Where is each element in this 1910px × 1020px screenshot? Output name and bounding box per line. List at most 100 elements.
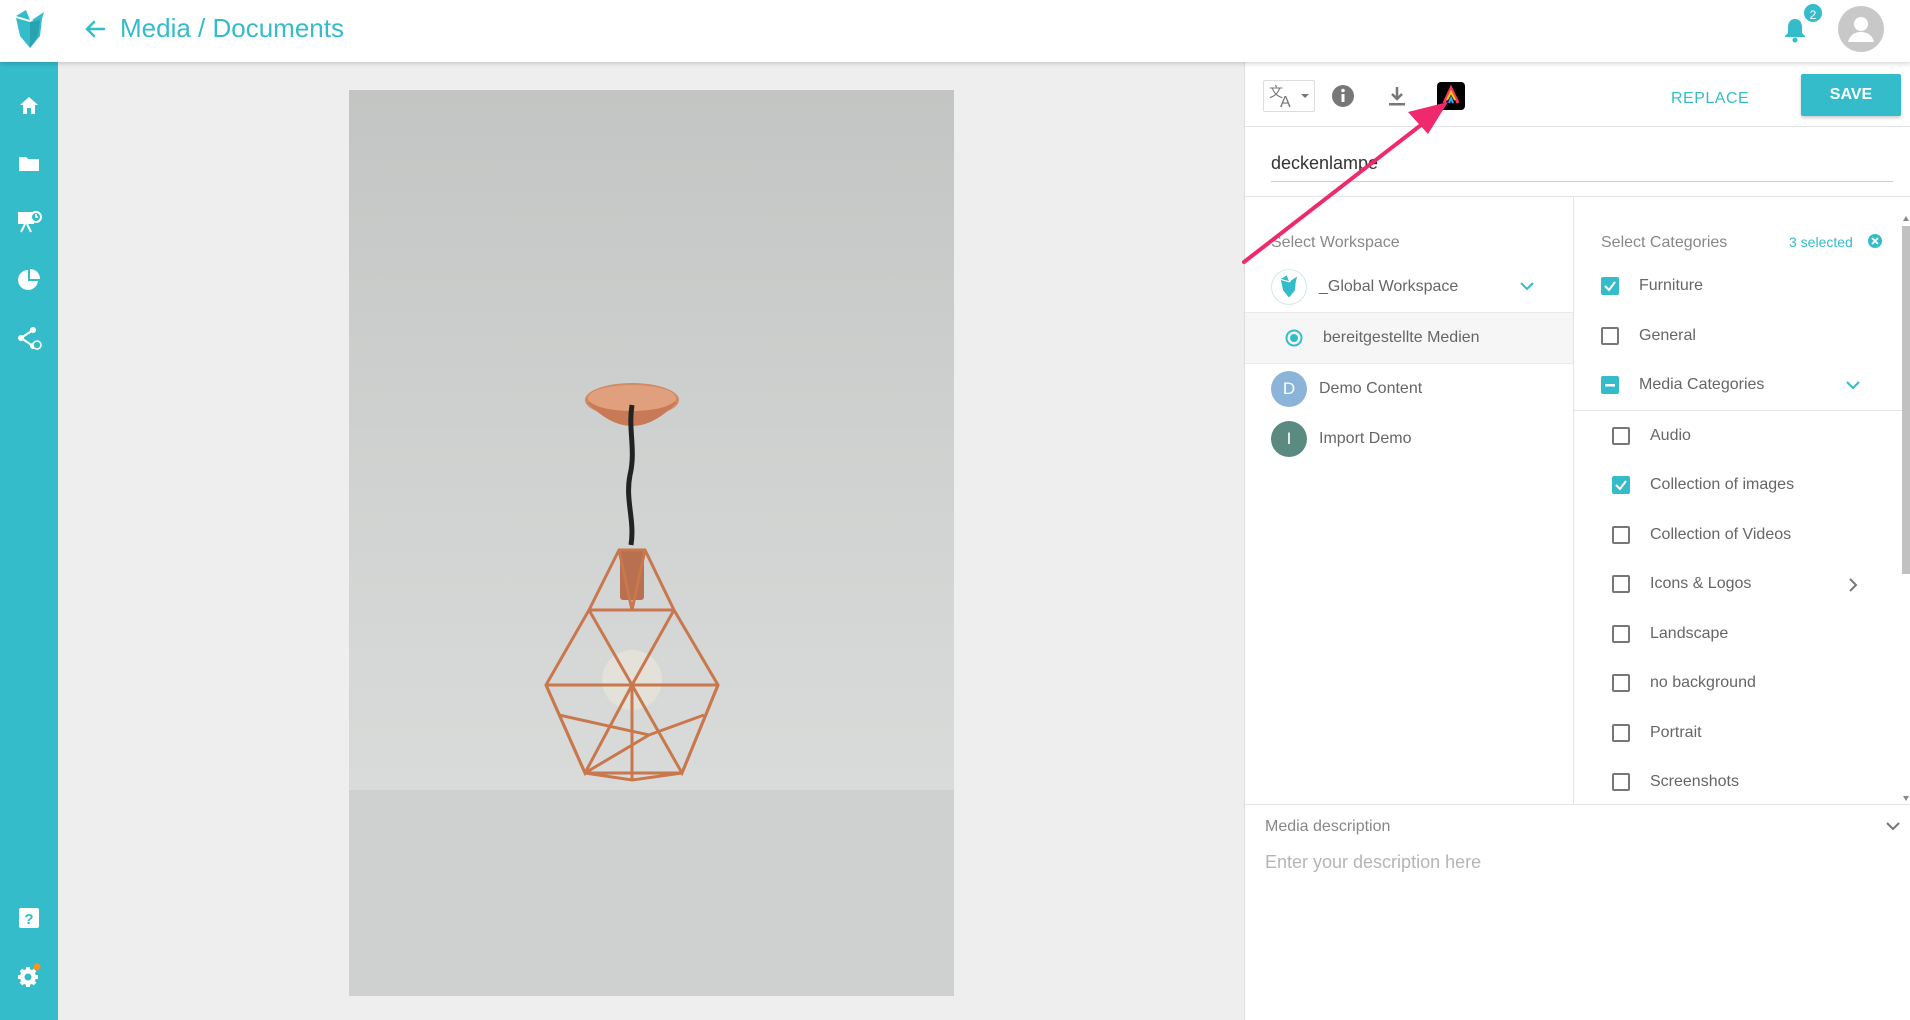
workspace-name: Import Demo [1319, 430, 1412, 447]
scroll-up-icon[interactable] [1903, 216, 1909, 221]
media-description-input[interactable] [1265, 848, 1865, 876]
download-button[interactable] [1381, 80, 1413, 112]
sidebar-item-presentations[interactable] [0, 202, 58, 242]
chevron-down-icon[interactable] [1519, 280, 1535, 292]
translate-dropdown[interactable]: 文 A [1263, 80, 1315, 112]
category-item-furniture[interactable]: Furniture [1601, 266, 1703, 306]
category-item-general[interactable]: General [1601, 316, 1696, 356]
workspace-item-global[interactable]: _Global Workspace [1245, 262, 1573, 312]
workspace-initial-avatar: D [1271, 371, 1307, 407]
category-item-portrait[interactable]: Portrait [1612, 713, 1702, 753]
sidebar-item-help[interactable]: ? [0, 898, 58, 938]
chevron-down-icon[interactable] [1845, 379, 1861, 391]
category-item-collection-of-videos[interactable]: Collection of Videos [1612, 515, 1791, 555]
workspace-item-demo-content[interactable]: D Demo Content [1245, 364, 1573, 414]
categories-scrollbar[interactable] [1901, 216, 1910, 802]
category-label: General [1639, 327, 1696, 344]
category-label: Screenshots [1650, 773, 1739, 790]
sidebar-item-home[interactable] [0, 86, 58, 126]
chevron-down-icon[interactable] [1885, 820, 1901, 832]
category-label: Icons & Logos [1650, 575, 1752, 592]
category-label: Collection of images [1650, 476, 1795, 493]
workspace-sub-item[interactable]: bereitgestellte Medien [1245, 312, 1573, 364]
checkbox-checked[interactable] [1601, 277, 1619, 295]
column-divider [1573, 196, 1574, 804]
sidebar-item-analytics[interactable] [0, 260, 58, 300]
category-item-no-background[interactable]: no background [1612, 663, 1756, 703]
checkbox-unchecked[interactable] [1612, 724, 1630, 742]
radio-selected-icon[interactable] [1285, 329, 1303, 347]
sidebar-item-media[interactable] [0, 144, 58, 184]
category-item-audio[interactable]: Audio [1612, 416, 1691, 456]
help-icon: ? [19, 908, 39, 928]
translate-icon: 文 A [1269, 84, 1309, 109]
workspace-initial-avatar: I [1271, 421, 1307, 457]
workspace-sub-item-label: bereitgestellte Medien [1323, 329, 1480, 346]
top-bar: Media / Documents 2 [0, 0, 1910, 62]
category-group-divider [1574, 410, 1904, 411]
checkbox-indeterminate[interactable] [1601, 376, 1619, 394]
info-button[interactable] [1327, 80, 1359, 112]
category-label: Media Categories [1639, 376, 1765, 393]
selected-count: 3 selected [1789, 234, 1853, 250]
notification-count-badge: 2 [1802, 2, 1824, 24]
folder-icon [19, 157, 39, 171]
clear-selection-icon[interactable] [1867, 233, 1883, 249]
category-label: no background [1650, 674, 1756, 691]
global-workspace-logo-icon [1271, 269, 1307, 305]
media-image-preview [349, 90, 954, 996]
adobe-express-button[interactable] [1435, 80, 1467, 112]
select-workspace-label: Select Workspace [1271, 234, 1400, 251]
adobe-express-icon [1437, 82, 1465, 110]
sidebar-item-share[interactable] [0, 318, 58, 358]
checkbox-unchecked[interactable] [1601, 327, 1619, 345]
back-arrow-icon[interactable] [80, 14, 110, 44]
svg-text:A: A [1280, 94, 1291, 109]
checkbox-unchecked[interactable] [1612, 625, 1630, 643]
category-label: Audio [1650, 427, 1691, 444]
toolbar-divider [1245, 126, 1910, 127]
home-icon [20, 97, 38, 114]
checkbox-unchecked[interactable] [1612, 773, 1630, 791]
category-label: Furniture [1639, 277, 1704, 294]
scroll-down-icon[interactable] [1903, 796, 1909, 801]
sidebar: ? [0, 62, 58, 1020]
category-item-icons-logos[interactable]: Icons & Logos [1612, 564, 1902, 604]
download-icon [1389, 87, 1405, 106]
form-divider [1245, 196, 1910, 197]
media-description-label: Media description [1265, 818, 1391, 835]
user-avatar[interactable] [1838, 6, 1884, 52]
category-item-landscape[interactable]: Landscape [1612, 614, 1728, 654]
checkbox-unchecked[interactable] [1612, 674, 1630, 692]
sidebar-item-settings[interactable] [0, 956, 58, 996]
description-divider [1245, 804, 1910, 805]
replace-button[interactable]: REPLACE [1671, 84, 1749, 114]
chevron-right-icon[interactable] [1847, 577, 1859, 593]
select-categories-label: Select Categories [1601, 234, 1728, 251]
media-detail-panel: 文 A REPLACE SAVE Select Workspace [1244, 62, 1910, 1020]
category-label: Collection of Videos [1650, 526, 1792, 543]
pie-chart-icon [18, 269, 40, 290]
settings-icon [18, 963, 41, 987]
save-button[interactable]: SAVE [1801, 74, 1901, 116]
workspace-name: Demo Content [1319, 380, 1423, 397]
category-label: Portrait [1650, 724, 1702, 741]
workspace-name: _Global Workspace [1319, 278, 1459, 295]
checkbox-checked[interactable] [1612, 476, 1630, 494]
checkbox-unchecked[interactable] [1612, 575, 1630, 593]
scrollbar-thumb[interactable] [1902, 226, 1910, 574]
category-item-collection-of-images[interactable]: Collection of images [1612, 465, 1794, 505]
share-icon [18, 327, 42, 350]
info-icon [1332, 85, 1354, 107]
page-title: Media / Documents [120, 13, 344, 43]
svg-text:?: ? [24, 911, 33, 928]
category-label: Landscape [1650, 625, 1729, 642]
checkbox-unchecked[interactable] [1612, 427, 1630, 445]
category-item-media-categories[interactable]: Media Categories [1601, 365, 1901, 405]
checkbox-unchecked[interactable] [1612, 526, 1630, 544]
app-logo-icon[interactable] [10, 6, 50, 54]
presentation-icon [18, 211, 42, 233]
media-title-input[interactable] [1271, 146, 1893, 182]
category-item-screenshots[interactable]: Screenshots [1612, 762, 1739, 802]
workspace-item-import-demo[interactable]: I Import Demo [1245, 414, 1573, 464]
